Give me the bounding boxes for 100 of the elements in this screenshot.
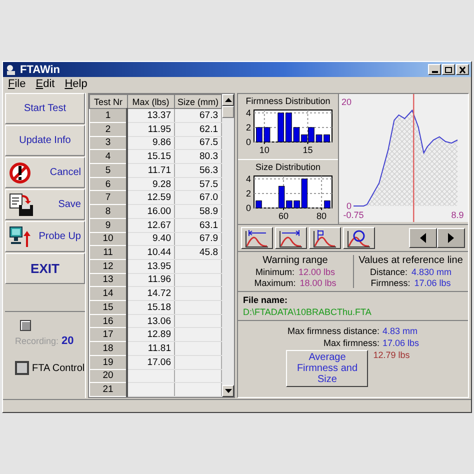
column-header: Test Nr: [90, 94, 127, 109]
result-value: 17.06 lbs: [382, 338, 420, 348]
scroll-down-button[interactable]: [222, 385, 234, 397]
chart-tool-button[interactable]: [343, 227, 375, 249]
axis-label: 80: [316, 210, 327, 220]
row-number: 20: [90, 369, 127, 383]
menu-item[interactable]: File: [8, 78, 26, 90]
maximize-icon: [444, 66, 453, 74]
recording-indicator: [20, 320, 31, 331]
down-arrow-icon: [224, 389, 232, 393]
field-label: Firmness:: [370, 278, 410, 288]
row-number: 18: [90, 342, 127, 356]
menu-item[interactable]: Help: [64, 78, 88, 90]
table-cell: 16.00: [127, 204, 174, 218]
previous-button[interactable]: [409, 228, 437, 248]
average-button[interactable]: Average Firmness and Size: [286, 350, 368, 387]
up-arrow-icon: [224, 98, 232, 102]
field-value: 18.00 lbs: [300, 278, 336, 288]
side-button[interactable]: Probe Up: [5, 221, 85, 252]
window-title: FTAWin: [20, 64, 62, 76]
row-number: 9: [90, 218, 127, 232]
row-number: 13: [90, 273, 127, 287]
app-icon: [5, 64, 17, 76]
axis-label: 4: [246, 108, 251, 118]
menu-item[interactable]: Edit: [36, 78, 55, 90]
row-number: 5: [90, 164, 127, 178]
scrollbar[interactable]: [222, 94, 234, 397]
file-name-label: File name:: [243, 295, 289, 305]
side-button[interactable]: Cancel: [5, 157, 85, 188]
chart-title: Size Distribution: [255, 162, 321, 172]
side-button[interactable]: EXIT: [5, 253, 85, 284]
document-floppy-icon: [9, 192, 35, 216]
average-value: 12.79 lbs: [373, 350, 410, 360]
table-cell: 11.81: [127, 342, 174, 356]
row-number: 1: [90, 108, 127, 122]
minimize-button[interactable]: [428, 64, 441, 75]
row-number: 4: [90, 150, 127, 164]
axis-label: 0: [246, 202, 251, 212]
table-cell: 13.06: [127, 314, 174, 328]
no-entry-icon: [9, 162, 31, 184]
table-cell: 15.18: [127, 300, 174, 314]
row-number: 11: [90, 246, 127, 260]
table-cell: 14.72: [127, 286, 174, 301]
table-cell: 11.95: [127, 122, 174, 136]
section-title: Warning range: [262, 255, 328, 266]
table-cell: 12.89: [127, 328, 174, 342]
row-number: 2: [90, 122, 127, 136]
axis-label: 10: [259, 145, 270, 155]
chart-tool-button[interactable]: [241, 227, 273, 249]
curve-magnifier-icon: [346, 228, 372, 248]
row-number: 17: [90, 328, 127, 342]
curve-left-arrow-icon: [244, 228, 270, 248]
row-number: 19: [90, 355, 127, 370]
row-number: 16: [90, 314, 127, 328]
row-number: 12: [90, 259, 127, 274]
axis-label: 15: [302, 145, 313, 155]
axis-label: 4: [246, 173, 251, 184]
table-cell: 15.15: [127, 150, 174, 164]
table-cell: 17.06: [127, 355, 174, 370]
table-cell: 12.59: [127, 190, 174, 205]
side-button[interactable]: Save: [5, 189, 85, 220]
table-cell: 9.86: [127, 136, 174, 150]
curve-right-arrow-icon: [278, 228, 304, 248]
row-number: 6: [90, 177, 127, 191]
table-cell: [127, 369, 174, 383]
close-button[interactable]: [456, 64, 469, 75]
table-cell: 11.71: [127, 164, 174, 178]
table-cell: 9.40: [127, 232, 174, 246]
side-button[interactable]: Start Test: [5, 93, 85, 124]
fta-control-checkbox[interactable]: [15, 361, 29, 375]
table-cell: [127, 382, 174, 396]
axis-label: 2: [246, 122, 251, 132]
row-number: 14: [90, 286, 127, 301]
row-number: 15: [90, 300, 127, 314]
scroll-up-button[interactable]: [222, 94, 234, 106]
column-header: Max (lbs): [127, 94, 174, 109]
chart-title: Firmness Distribution: [246, 96, 330, 106]
axis-label: 8.9: [451, 210, 464, 220]
result-label: Max firmness:: [322, 338, 380, 348]
scroll-thumb[interactable]: [222, 106, 234, 118]
axis-label: 0: [346, 201, 352, 211]
axis-label: 20: [341, 97, 352, 107]
field-value: 4.830 mm: [412, 267, 452, 277]
right-arrow-icon: [447, 233, 455, 243]
field-value: 17.06 lbs: [414, 278, 451, 288]
table-cell: 12.67: [127, 218, 174, 232]
table-cell: 13.95: [127, 259, 174, 274]
curve-marker-icon: [312, 228, 338, 248]
field-value: 12.00 lbs: [298, 267, 336, 277]
side-button[interactable]: Update Info: [5, 125, 85, 156]
axis-label: 0: [246, 137, 251, 147]
row-number: 10: [90, 232, 127, 246]
column-header: Size (mm): [174, 94, 222, 109]
maximize-button[interactable]: [442, 64, 455, 75]
chart-tool-button[interactable]: [275, 227, 307, 249]
field-label: Distance:: [370, 267, 408, 277]
field-label: Maximum:: [254, 278, 296, 288]
chart-tool-button[interactable]: [309, 227, 341, 249]
row-number: 21: [90, 382, 127, 396]
next-button[interactable]: [437, 228, 465, 248]
